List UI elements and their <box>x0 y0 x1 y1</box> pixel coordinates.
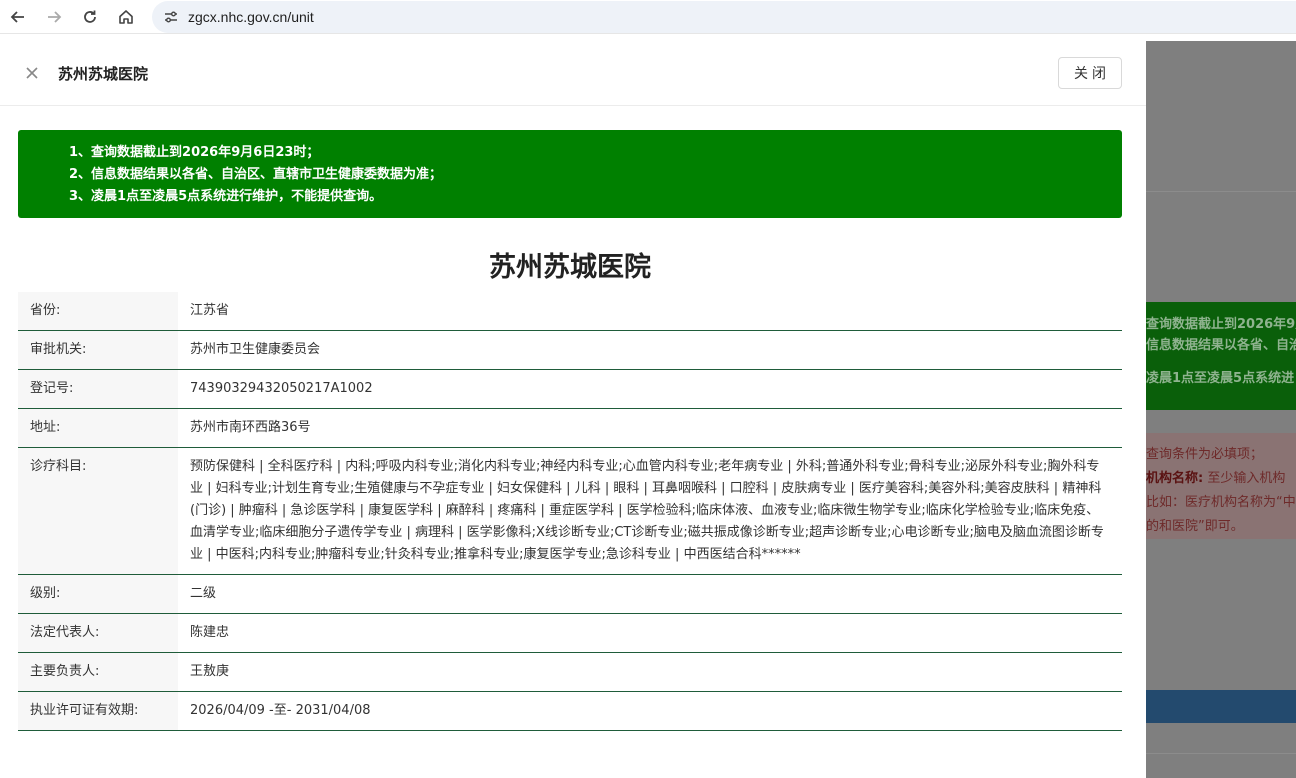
background-table-header <box>1146 690 1296 723</box>
field-label: 执业许可证有效期: <box>18 691 178 731</box>
background-notice-line: 信息数据结果以各省、自治 <box>1146 338 1296 353</box>
field-label: 登记号: <box>18 369 178 409</box>
field-label: 主要负责人: <box>18 652 178 692</box>
detail-drawer: 苏州苏城医院 关闭 1、查询数据截止到2026年9月6日23时； 2、信息数据结… <box>0 41 1146 778</box>
background-tip-bold: 机构名称: <box>1146 471 1204 486</box>
background-tip-line: 机构名称: 至少输入机构 <box>1146 467 1296 491</box>
drawer-header: 苏州苏城医院 关闭 <box>0 41 1146 106</box>
field-value: 王敖庚 <box>178 652 1122 692</box>
hospital-name-heading: 苏州苏城医院 <box>489 252 651 283</box>
notice-line: 2、信息数据结果以各省、自治区、直辖市卫生健康委数据为准； <box>69 167 443 182</box>
divider <box>1146 191 1296 192</box>
notice-line: 1、查询数据截止到2026年9月6日23时； <box>69 145 320 160</box>
back-icon <box>10 10 24 23</box>
home-button[interactable] <box>108 0 144 34</box>
background-notice: 查询数据截止到2026年9月 信息数据结果以各省、自治 凌晨1点至凌晨5点系统进 <box>1146 302 1296 410</box>
url-text: zgcx.nhc.gov.cn/unit <box>188 9 314 25</box>
table-row: 主要负责人: 王敖庚 <box>18 652 1122 692</box>
drawer-title: 苏州苏城医院 <box>58 65 149 83</box>
field-value: 74390329432050217A1002 <box>178 369 1122 409</box>
site-settings-icon[interactable] <box>162 8 180 26</box>
field-label: 级别: <box>18 574 178 614</box>
home-icon <box>119 9 133 24</box>
notice-line: 3、凌晨1点至凌晨5点系统进行维护，不能提供查询。 <box>69 189 383 204</box>
field-value: 苏州市卫生健康委员会 <box>178 330 1122 370</box>
field-label: 地址: <box>18 408 178 448</box>
table-row: 地址: 苏州市南环西路36号 <box>18 408 1122 448</box>
table-row: 诊疗科目: 预防保健科 | 全科医疗科 | 内科;呼吸内科专业;消化内科专业;神… <box>18 447 1122 575</box>
close-button[interactable]: 关闭 <box>1058 57 1122 89</box>
field-label: 法定代表人: <box>18 613 178 653</box>
background-tip-line: 比如：医疗机构名称为“中 <box>1146 495 1296 510</box>
address-bar[interactable]: zgcx.nhc.gov.cn/unit <box>152 1 1296 33</box>
field-value: 预防保健科 | 全科医疗科 | 内科;呼吸内科专业;消化内科专业;神经内科专业;… <box>178 447 1122 575</box>
divider <box>1146 753 1296 754</box>
table-row: 执业许可证有效期: 2026/04/09 -至- 2031/04/08 <box>18 691 1122 731</box>
background-tip-line: 的和医院”即可。 <box>1146 519 1244 534</box>
forward-icon <box>48 10 62 23</box>
background-notice-line: 凌晨1点至凌晨5点系统进 <box>1146 371 1295 386</box>
browser-toolbar: zgcx.nhc.gov.cn/unit <box>0 0 1296 34</box>
table-row: 省份: 江苏省 <box>18 292 1122 331</box>
close-icon[interactable] <box>24 65 40 81</box>
reload-button[interactable] <box>72 0 108 34</box>
background-page: 查询数据截止到2026年9月 信息数据结果以各省、自治 凌晨1点至凌晨5点系统进… <box>1146 41 1296 778</box>
reload-icon <box>84 10 96 23</box>
field-value: 江苏省 <box>178 292 1122 331</box>
field-value: 苏州市南环西路36号 <box>178 408 1122 448</box>
table-row: 级别: 二级 <box>18 574 1122 614</box>
background-tips: 查询条件为必填项； 机构名称: 至少输入机构 比如：医疗机构名称为“中 的和医院… <box>1146 433 1296 539</box>
background-tip-line: 查询条件为必填项； <box>1146 447 1264 462</box>
field-value: 陈建忠 <box>178 613 1122 653</box>
background-notice-line: 查询数据截止到2026年9月 <box>1146 317 1296 332</box>
back-button[interactable] <box>0 0 36 34</box>
forward-button[interactable] <box>36 0 72 34</box>
notice-banner: 1、查询数据截止到2026年9月6日23时； 2、信息数据结果以各省、自治区、直… <box>18 130 1122 218</box>
field-label: 省份: <box>18 292 178 331</box>
field-label: 审批机关: <box>18 330 178 370</box>
field-label: 诊疗科目: <box>18 447 178 575</box>
field-value: 2026/04/09 -至- 2031/04/08 <box>178 691 1122 731</box>
field-value: 二级 <box>178 574 1122 614</box>
background-tip-rest: 至少输入机构 <box>1203 471 1286 486</box>
table-row: 审批机关: 苏州市卫生健康委员会 <box>18 330 1122 370</box>
table-row: 法定代表人: 陈建忠 <box>18 613 1122 653</box>
hospital-info-table: 省份: 江苏省 审批机关: 苏州市卫生健康委员会 登记号: 7439032943… <box>18 292 1122 731</box>
table-row: 登记号: 74390329432050217A1002 <box>18 369 1122 409</box>
